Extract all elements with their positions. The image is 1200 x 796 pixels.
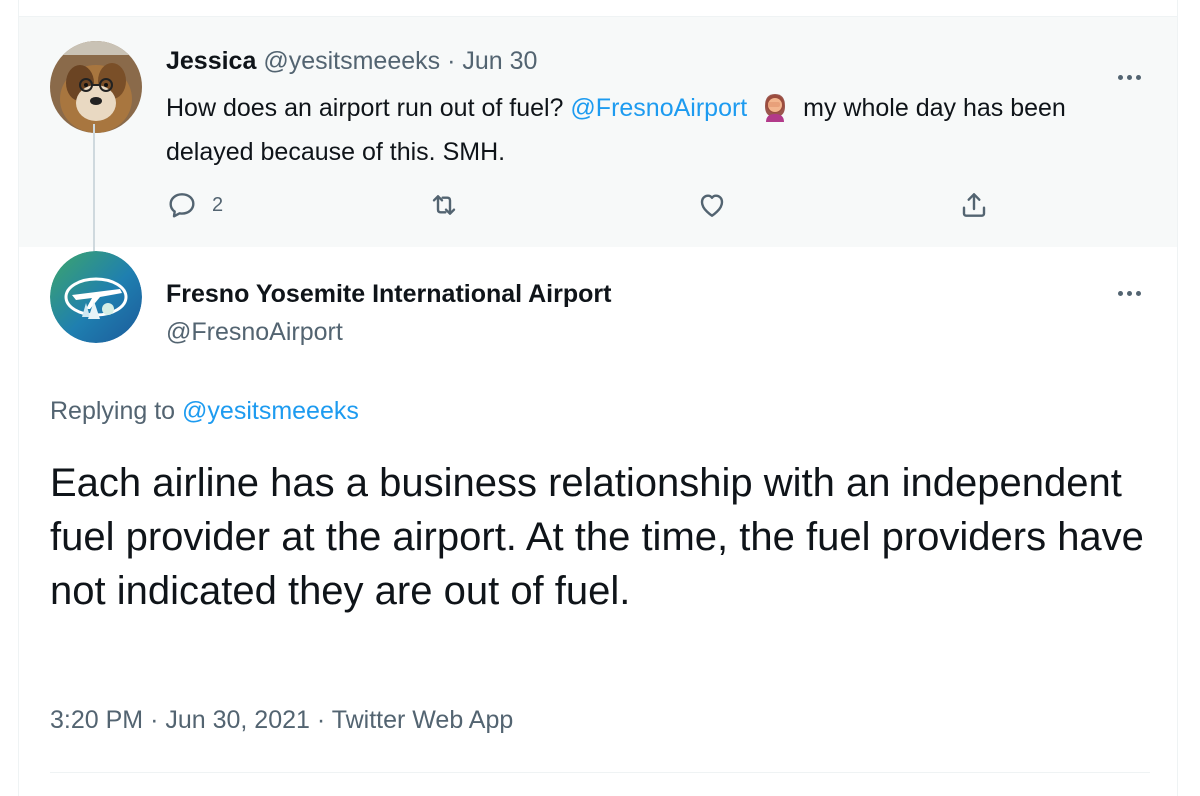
reply-tweet-text: Each airline has a business relationship… xyxy=(50,461,1144,613)
share-button[interactable] xyxy=(958,189,990,221)
tweet-thread: Jessica @yesitsmeeeks · Jun 30 How does … xyxy=(18,0,1178,796)
reply-count: 2 xyxy=(212,193,224,216)
parent-display-name[interactable]: Jessica xyxy=(166,47,256,75)
mention-link[interactable]: @FresnoAirport xyxy=(570,94,747,122)
parent-handle[interactable]: @yesitsmeeeks xyxy=(263,47,440,75)
replying-to-handle-link[interactable]: @yesitsmeeeks xyxy=(182,397,359,425)
meta-separator-2: · xyxy=(316,706,326,734)
tweet-date[interactable]: Jun 30, 2021 xyxy=(165,706,310,734)
share-icon xyxy=(962,193,986,217)
heart-icon xyxy=(700,194,724,217)
dog-avatar-image xyxy=(50,41,142,133)
parent-actions-bar: 2 xyxy=(166,189,1016,229)
parent-separator: · xyxy=(447,47,456,75)
jessica-avatar[interactable] xyxy=(50,41,142,133)
parent-tweet-text: How does an airport run out of fuel? @Fr… xyxy=(166,89,1156,171)
parent-tweet[interactable]: Jessica @yesitsmeeeks · Jun 30 How does … xyxy=(19,17,1177,247)
woman-facepalming-emoji-icon xyxy=(760,92,790,133)
reply-handle[interactable]: @FresnoAirport xyxy=(166,318,343,347)
airport-logo-icon xyxy=(50,251,142,343)
more-options-icon[interactable] xyxy=(1109,281,1149,305)
tweet-time[interactable]: 3:20 PM xyxy=(50,706,143,734)
meta-separator-1: · xyxy=(150,706,159,734)
retweet-icon xyxy=(432,195,456,215)
airport-avatar[interactable] xyxy=(50,251,142,343)
reply-display-name[interactable]: Fresno Yosemite International Airport xyxy=(166,280,611,309)
retweet-button[interactable] xyxy=(428,189,460,221)
more-options-icon[interactable] xyxy=(1109,65,1149,89)
parent-tweet-header: Jessica @yesitsmeeeks · Jun 30 xyxy=(166,47,537,76)
tweet-metadata: 3:20 PM · Jun 30, 2021 · Twitter Web App xyxy=(50,706,513,735)
like-button[interactable] xyxy=(696,189,728,221)
reply-button[interactable]: 2 xyxy=(166,189,223,221)
thread-connector-line xyxy=(93,124,95,258)
reply-icon xyxy=(169,193,195,218)
parent-text-before: How does an airport run out of fuel? xyxy=(166,94,564,122)
replying-to-line: Replying to @yesitsmeeeks xyxy=(50,397,359,426)
top-divider xyxy=(19,0,1177,17)
bottom-divider xyxy=(50,772,1150,773)
replying-to-label: Replying to xyxy=(50,397,176,425)
tweet-source[interactable]: Twitter Web App xyxy=(332,706,514,734)
parent-date[interactable]: Jun 30 xyxy=(462,47,537,75)
